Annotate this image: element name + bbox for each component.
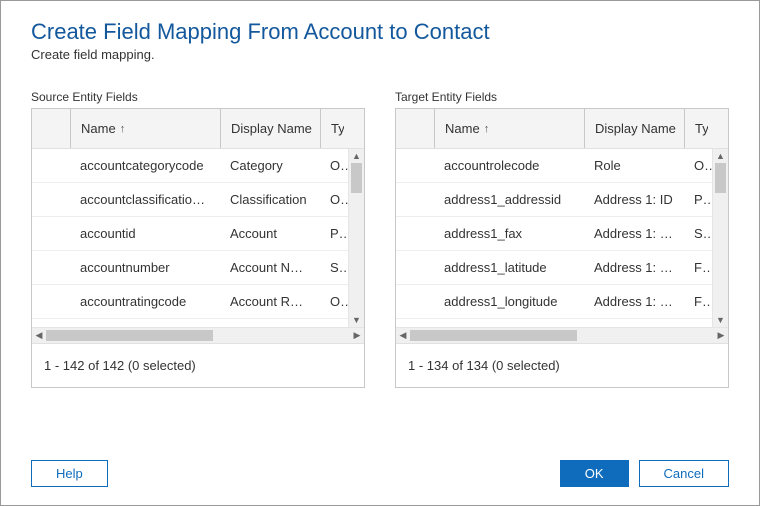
scroll-up-icon[interactable]: ▲ xyxy=(713,149,728,163)
cell-displayname: Account Num... xyxy=(220,260,320,275)
scroll-left-icon[interactable]: ◀ xyxy=(32,328,46,343)
page-title: Create Field Mapping From Account to Con… xyxy=(31,19,729,45)
target-grid: Name ↑ Display Name Ty accountrolecode R… xyxy=(395,108,729,388)
table-row[interactable]: address1_addressid Address 1: ID Prim xyxy=(396,183,712,217)
cell-name: address1_addressid xyxy=(434,192,584,207)
cell-type: Sing xyxy=(684,226,712,241)
cell-type: Sing xyxy=(320,260,348,275)
cell-name: address1_longitude xyxy=(434,294,584,309)
scroll-thumb[interactable] xyxy=(715,163,726,193)
target-horizontal-scrollbar[interactable]: ◀ ▶ xyxy=(396,327,728,343)
dialog-header: Create Field Mapping From Account to Con… xyxy=(1,1,759,70)
table-row[interactable]: accountrolecode Role Opti xyxy=(396,149,712,183)
scroll-up-icon[interactable]: ▲ xyxy=(349,149,364,163)
help-button[interactable]: Help xyxy=(31,460,108,487)
cell-displayname: Address 1: ID xyxy=(584,192,684,207)
cell-type: Opti xyxy=(320,294,348,309)
sort-asc-icon: ↑ xyxy=(484,123,490,135)
source-grid-body: accountcategorycode Category Opti accoun… xyxy=(32,149,364,327)
cell-name: accountid xyxy=(70,226,220,241)
cell-name: address1_latitude xyxy=(434,260,584,275)
cancel-button[interactable]: Cancel xyxy=(639,460,729,487)
table-row[interactable]: accountid Account Prim xyxy=(32,217,348,251)
cell-type: Prim xyxy=(684,192,712,207)
source-horizontal-scrollbar[interactable]: ◀ ▶ xyxy=(32,327,364,343)
cell-type: Float xyxy=(684,294,712,309)
scroll-down-icon[interactable]: ▼ xyxy=(349,313,364,327)
scroll-track[interactable] xyxy=(46,328,350,343)
col-header-name-text: Name xyxy=(81,121,116,136)
col-header-name[interactable]: Name ↑ xyxy=(434,109,584,148)
cell-displayname: Account Rating xyxy=(220,294,320,309)
cell-type: Opti xyxy=(320,192,348,207)
target-column: Target Entity Fields Name ↑ Display Name… xyxy=(395,90,729,388)
cell-name: accountrolecode xyxy=(434,158,584,173)
col-header-scrollspacer xyxy=(708,109,728,148)
button-bar: Help OK Cancel xyxy=(1,448,759,505)
source-column: Source Entity Fields Name ↑ Display Name… xyxy=(31,90,365,388)
target-grid-body: accountrolecode Role Opti address1_addre… xyxy=(396,149,728,327)
cell-type: Opti xyxy=(320,158,348,173)
col-header-scrollspacer xyxy=(344,109,364,148)
source-grid-footer: 1 - 142 of 142 (0 selected) xyxy=(32,343,364,387)
target-rows: accountrolecode Role Opti address1_addre… xyxy=(396,149,712,327)
cell-displayname: Address 1: Lo... xyxy=(584,294,684,309)
cell-name: address1_fax xyxy=(434,226,584,241)
scroll-right-icon[interactable]: ▶ xyxy=(350,328,364,343)
scroll-thumb[interactable] xyxy=(351,163,362,193)
cell-type: Prim xyxy=(320,226,348,241)
cell-displayname: Role xyxy=(584,158,684,173)
col-header-name-text: Name xyxy=(445,121,480,136)
col-header-type[interactable]: Ty xyxy=(320,109,344,148)
table-row[interactable]: accountratingcode Account Rating Opti xyxy=(32,285,348,319)
cell-displayname: Account xyxy=(220,226,320,241)
col-header-displayname[interactable]: Display Name xyxy=(220,109,320,148)
cell-type: Opti xyxy=(684,158,712,173)
cell-name: accountnumber xyxy=(70,260,220,275)
table-row[interactable]: address1_longitude Address 1: Lo... Floa… xyxy=(396,285,712,319)
table-row[interactable]: accountclassificationc... Classification… xyxy=(32,183,348,217)
source-label: Source Entity Fields xyxy=(31,90,365,104)
cell-displayname: Address 1: La... xyxy=(584,260,684,275)
source-rows: accountcategorycode Category Opti accoun… xyxy=(32,149,348,327)
ok-button[interactable]: OK xyxy=(560,460,629,487)
action-buttons: OK Cancel xyxy=(560,460,729,487)
scroll-thumb[interactable] xyxy=(410,330,577,341)
target-label: Target Entity Fields xyxy=(395,90,729,104)
col-header-selector[interactable] xyxy=(32,109,70,148)
source-grid-header: Name ↑ Display Name Ty xyxy=(32,109,364,149)
cell-type: Float xyxy=(684,260,712,275)
col-header-type[interactable]: Ty xyxy=(684,109,708,148)
target-grid-footer: 1 - 134 of 134 (0 selected) xyxy=(396,343,728,387)
cell-name: accountcategorycode xyxy=(70,158,220,173)
target-vertical-scrollbar[interactable]: ▲ ▼ xyxy=(712,149,728,327)
cell-displayname: Classification xyxy=(220,192,320,207)
grids-container: Source Entity Fields Name ↑ Display Name… xyxy=(1,70,759,388)
table-row[interactable]: address1_latitude Address 1: La... Float xyxy=(396,251,712,285)
sort-asc-icon: ↑ xyxy=(120,123,126,135)
source-vertical-scrollbar[interactable]: ▲ ▼ xyxy=(348,149,364,327)
source-grid: Name ↑ Display Name Ty accountcategoryco… xyxy=(31,108,365,388)
table-row[interactable]: accountcategorycode Category Opti xyxy=(32,149,348,183)
cell-displayname: Address 1: Fax xyxy=(584,226,684,241)
page-subtitle: Create field mapping. xyxy=(31,47,729,62)
cell-name: accountclassificationc... xyxy=(70,192,220,207)
cell-name: accountratingcode xyxy=(70,294,220,309)
scroll-down-icon[interactable]: ▼ xyxy=(713,313,728,327)
scroll-left-icon[interactable]: ◀ xyxy=(396,328,410,343)
scroll-thumb[interactable] xyxy=(46,330,213,341)
table-row[interactable]: accountnumber Account Num... Sing xyxy=(32,251,348,285)
col-header-name[interactable]: Name ↑ xyxy=(70,109,220,148)
scroll-right-icon[interactable]: ▶ xyxy=(714,328,728,343)
table-row[interactable]: address1_fax Address 1: Fax Sing xyxy=(396,217,712,251)
target-grid-header: Name ↑ Display Name Ty xyxy=(396,109,728,149)
col-header-selector[interactable] xyxy=(396,109,434,148)
cell-displayname: Category xyxy=(220,158,320,173)
col-header-displayname[interactable]: Display Name xyxy=(584,109,684,148)
scroll-track[interactable] xyxy=(410,328,714,343)
